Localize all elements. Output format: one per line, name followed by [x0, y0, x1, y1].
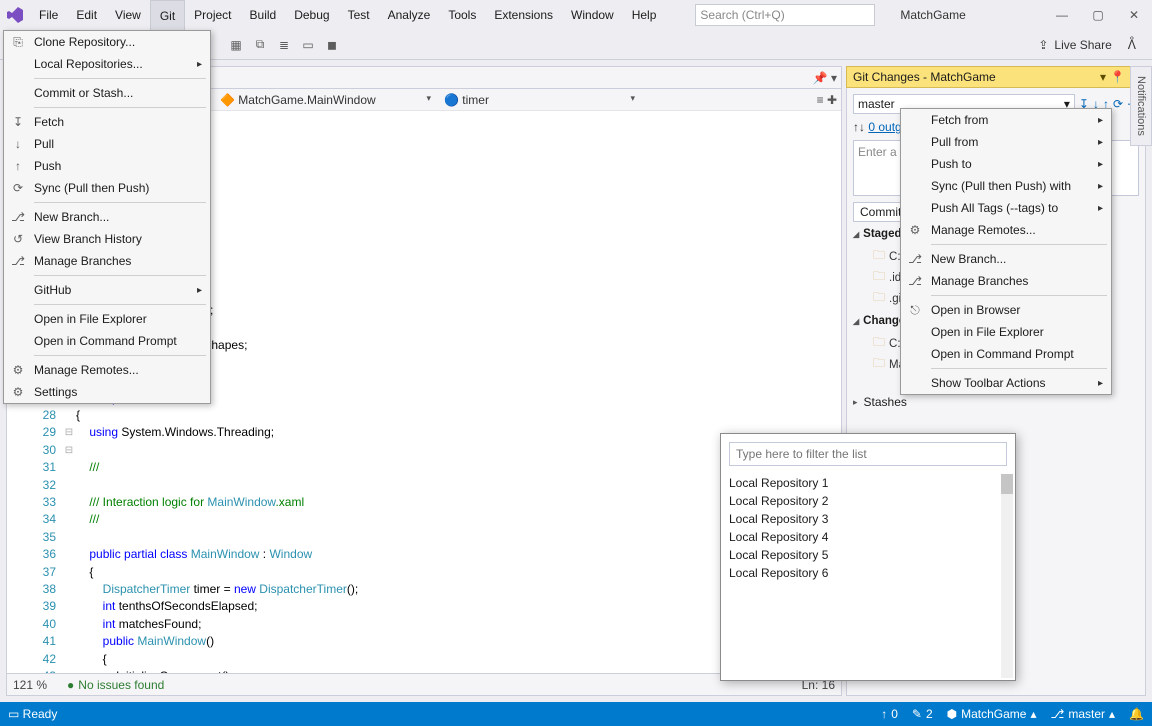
menuitem[interactable]: Commit or Stash...	[4, 82, 210, 104]
menuitem[interactable]: ⎇New Branch...	[901, 248, 1111, 270]
class-combo[interactable]: 🔶 MatchGame.MainWindow	[215, 91, 435, 109]
local-repos-popup: Local Repository 1Local Repository 2Loca…	[720, 433, 1016, 681]
menuitem[interactable]: ⎋Open in Browser	[901, 299, 1111, 321]
menuitem[interactable]: ⎇Manage Branches	[901, 270, 1111, 292]
editor-status-bar: 121 % ● No issues found Ln: 16	[7, 673, 841, 695]
menuitem[interactable]: GitHub	[4, 279, 210, 301]
repo-filter-input[interactable]	[729, 442, 1007, 466]
title-bar: FileEditViewGitProjectBuildDebugTestAnal…	[0, 0, 1152, 30]
menuitem[interactable]: Push All Tags (--tags) to	[901, 197, 1111, 219]
git-changes-title: Git Changes - MatchGame ▾ 📍 ✕	[846, 66, 1146, 88]
live-share-button[interactable]: Live Share	[1054, 38, 1111, 52]
menu-test[interactable]: Test	[339, 0, 379, 30]
toggle-icon[interactable]: ▦	[228, 37, 244, 53]
menu-build[interactable]: Build	[241, 0, 286, 30]
dropdown-icon[interactable]: ▾	[1100, 70, 1106, 84]
maximize-button[interactable]: ▢	[1080, 0, 1116, 30]
repo-item[interactable]: Local Repository 2	[729, 492, 1007, 510]
menuitem[interactable]: Open in File Explorer	[4, 308, 210, 330]
zoom-level[interactable]: 121 %	[13, 678, 47, 692]
pin-icon[interactable]: 📌 ▾	[813, 71, 837, 85]
pin-icon[interactable]: 📍	[1110, 70, 1125, 84]
menuitem[interactable]: Pull from	[901, 131, 1111, 153]
bookmark-icon[interactable]: ◼	[324, 37, 340, 53]
repo-item[interactable]: Local Repository 6	[729, 564, 1007, 582]
menuitem[interactable]: Open in Command Prompt	[4, 330, 210, 352]
menuitem[interactable]: ↧Fetch	[4, 111, 210, 133]
live-share-icon[interactable]: ⇪	[1038, 38, 1048, 52]
menuitem[interactable]: Fetch from	[901, 109, 1111, 131]
menuitem[interactable]: ⎇New Branch...	[4, 206, 210, 228]
repo-item[interactable]: Local Repository 1	[729, 474, 1007, 492]
menu-project[interactable]: Project	[185, 0, 240, 30]
menu-file[interactable]: File	[30, 0, 67, 30]
menu-git[interactable]: Git	[150, 0, 185, 30]
menu-analyze[interactable]: Analyze	[379, 0, 440, 30]
vs-logo-icon	[0, 0, 30, 30]
menuitem[interactable]: Sync (Pull then Push) with	[901, 175, 1111, 197]
menu-help[interactable]: Help	[623, 0, 666, 30]
repo-item[interactable]: Local Repository 4	[729, 528, 1007, 546]
repo-item[interactable]: Local Repository 5	[729, 546, 1007, 564]
comment-icon[interactable]: ▭	[300, 37, 316, 53]
status-changes[interactable]: ✎ 2	[912, 707, 933, 721]
member-combo[interactable]: 🔵 timer	[439, 91, 639, 109]
status-bar: ▭ Ready ↑ 0 ✎ 2 ⬢ MatchGame ▴ ⎇ master ▴…	[0, 702, 1152, 726]
close-button[interactable]: ✕	[1116, 0, 1152, 30]
menuitem[interactable]: Push to	[901, 153, 1111, 175]
bell-icon[interactable]: 🔔	[1129, 707, 1144, 721]
admin-icon: ᐰ	[1128, 38, 1136, 52]
toggle-icon[interactable]: ⧉	[252, 37, 268, 53]
scrollbar[interactable]	[1001, 474, 1013, 678]
notifications-tab[interactable]: Notifications	[1130, 66, 1152, 146]
menu-debug[interactable]: Debug	[285, 0, 338, 30]
status-project[interactable]: ⬢ MatchGame ▴	[947, 707, 1037, 721]
git-actions-dropdown: Fetch fromPull fromPush toSync (Pull the…	[900, 108, 1112, 395]
menuitem[interactable]: ⎘Clone Repository...	[4, 31, 210, 53]
status-ready: ▭ Ready	[8, 707, 57, 721]
indent-icon[interactable]: ≣	[276, 37, 292, 53]
error-list-summary[interactable]: ● No issues found	[67, 678, 164, 692]
menuitem[interactable]: Show Toolbar Actions	[901, 372, 1111, 394]
menu-tools[interactable]: Tools	[439, 0, 485, 30]
search-input[interactable]: Search (Ctrl+Q)	[695, 4, 875, 26]
repo-item[interactable]: Local Repository 3	[729, 510, 1007, 528]
menu-view[interactable]: View	[106, 0, 150, 30]
menuitem[interactable]: Local Repositories...	[4, 53, 210, 75]
git-menu-dropdown: ⎘Clone Repository...Local Repositories..…	[3, 30, 211, 404]
menuitem[interactable]: Open in File Explorer	[901, 321, 1111, 343]
status-push[interactable]: ↑ 0	[881, 707, 898, 721]
solution-name: MatchGame	[900, 0, 965, 30]
menuitem[interactable]: ⟳Sync (Pull then Push)	[4, 177, 210, 199]
minimize-button[interactable]: —	[1044, 0, 1080, 30]
sync-icon[interactable]: ⟳	[1113, 97, 1123, 111]
menuitem[interactable]: Open in Command Prompt	[901, 343, 1111, 365]
menuitem[interactable]: ↑Push	[4, 155, 210, 177]
menuitem[interactable]: ⚙Manage Remotes...	[901, 219, 1111, 241]
status-branch[interactable]: ⎇ master ▴	[1051, 707, 1116, 721]
toolbar-glyphs	[665, 0, 685, 30]
split-icon[interactable]: ≡ ✚	[817, 93, 837, 107]
menuitem[interactable]: ↺View Branch History	[4, 228, 210, 250]
menuitem[interactable]: ⚙Manage Remotes...	[4, 359, 210, 381]
menuitem[interactable]: ⚙Settings	[4, 381, 210, 403]
menu-window[interactable]: Window	[562, 0, 623, 30]
menu-extensions[interactable]: Extensions	[485, 0, 562, 30]
menu-bar: FileEditViewGitProjectBuildDebugTestAnal…	[30, 0, 665, 30]
menu-edit[interactable]: Edit	[67, 0, 106, 30]
stashes-header[interactable]: Stashes	[853, 395, 1139, 409]
menuitem[interactable]: ↓Pull	[4, 133, 210, 155]
window-controls: — ▢ ✕	[1044, 0, 1152, 30]
menuitem[interactable]: ⎇Manage Branches	[4, 250, 210, 272]
